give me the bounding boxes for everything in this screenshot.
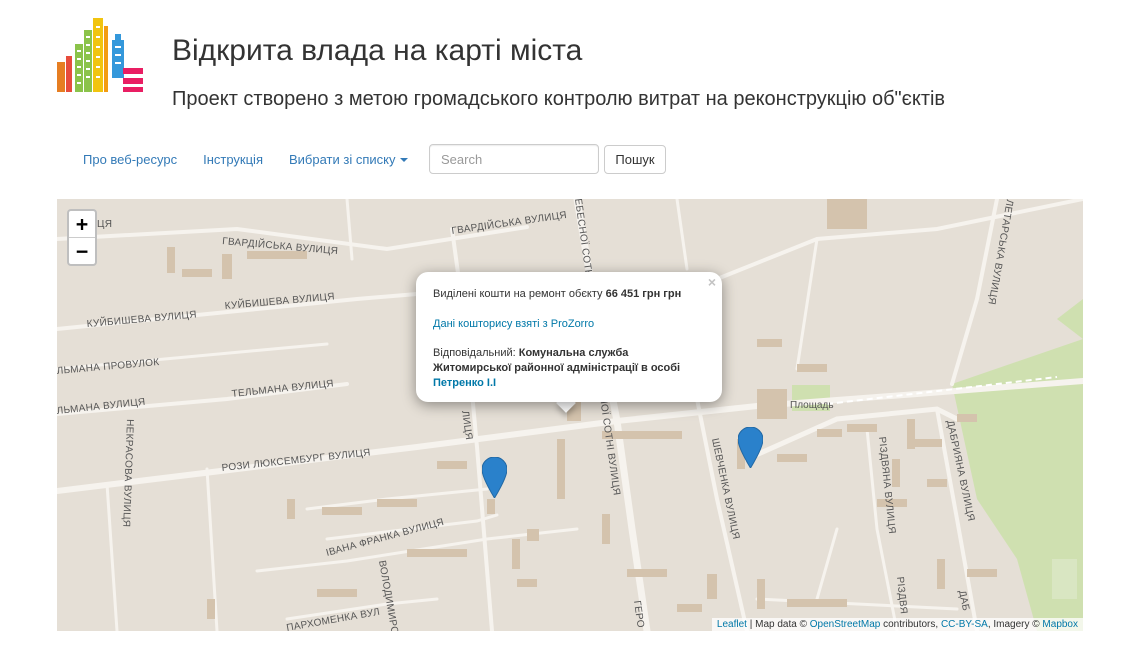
- street-label: ТЕЛЬМАНА ВУЛИЦЯ: [231, 378, 334, 400]
- attrib-text: | Map data ©: [746, 619, 810, 630]
- popup-responsible-line: Відповідальний: Комунальна служба Житоми…: [433, 346, 680, 391]
- logo-bars: [57, 18, 143, 92]
- street-label: РІЗДВЯ: [894, 576, 909, 615]
- popup-person-name: Петренко І.І: [433, 377, 497, 389]
- street-label: КУЙБИШЕВА ВУЛИЦЯ: [86, 307, 197, 330]
- main-nav: Про веб-ресурс Інструкція Вибрати зі спи…: [70, 144, 421, 174]
- popup-funds-label: Виділені кошти на ремонт обєкту: [433, 288, 603, 300]
- zoom-control: + −: [67, 209, 97, 266]
- attrib-text: contributors,: [880, 619, 941, 630]
- zoom-in-button[interactable]: +: [69, 211, 95, 238]
- popup-responsible-org-2: Житомирської районної адміністрації в ос…: [433, 362, 681, 374]
- map-attribution: Leaflet | Map data © OpenStreetMap contr…: [711, 618, 1083, 631]
- page-subtitle: Проект створено з метою громадського кон…: [172, 88, 946, 110]
- nav-select-from-list-dropdown[interactable]: Вибрати зі списку: [276, 152, 421, 167]
- street-label: ГВАРДІЙСЬКА ВУЛИЦЯ: [451, 208, 568, 237]
- street-label: ЛИЦЯ: [459, 410, 474, 441]
- street-label: НЕКРАСОВА ВУЛИЦЯ: [120, 419, 135, 528]
- street-label: ЛЬМАНА ПРОВУЛОК: [57, 357, 160, 377]
- page-title: Відкрита влада на карті міста: [172, 34, 583, 67]
- popup-funds-amount: 66 451 грн грн: [605, 288, 682, 300]
- zoom-out-button[interactable]: −: [69, 238, 95, 264]
- map-marker-icon[interactable]: [738, 427, 763, 468]
- street-label: ЕБЕСНОЇ СОТН: [572, 199, 595, 278]
- popup-responsible-org: Комунальна служба: [518, 347, 629, 359]
- map-popup: × Виділені кошти на ремонт обєкту 66 451…: [416, 272, 722, 402]
- search-button[interactable]: Пошук: [604, 145, 666, 174]
- popup-funds-line: Виділені кошти на ремонт обєкту 66 451 г…: [433, 287, 681, 302]
- nav-select-label: Вибрати зі списку: [288, 151, 396, 167]
- popup-person-link[interactable]: Петренко І.І: [433, 377, 496, 389]
- popup-prozorro-link[interactable]: Дані кошторису взяті з ProZorro: [433, 318, 594, 330]
- popup-close-button[interactable]: ×: [708, 274, 716, 290]
- map-marker-icon[interactable]: [482, 457, 507, 498]
- street-label: ЦЯ: [97, 219, 112, 230]
- attrib-text: , Imagery ©: [987, 619, 1043, 630]
- street-label: ПАРХОМЕНКА ВУЛ: [286, 607, 381, 631]
- caret-down-icon: [400, 158, 409, 163]
- license-link[interactable]: CC-BY-SA: [941, 619, 988, 630]
- mapbox-link[interactable]: Mapbox: [1042, 619, 1078, 630]
- street-label: РОЗИ ЛЮКСЕМБУРГ ВУЛИЦЯ: [221, 447, 371, 474]
- map[interactable]: ЦЯ ГВАРДІЙСЬКА ВУЛИЦЯ ГВАРДІЙСЬКА ВУЛИЦЯ…: [57, 199, 1083, 631]
- map-tiles: ЦЯ ГВАРДІЙСЬКА ВУЛИЦЯ ГВАРДІЙСЬКА ВУЛИЦЯ…: [57, 199, 1083, 631]
- site-logo: [57, 18, 143, 92]
- leaflet-link[interactable]: Leaflet: [717, 619, 747, 630]
- place-label: Площадь: [790, 400, 834, 411]
- osm-link[interactable]: OpenStreetMap: [810, 619, 881, 630]
- nav-about-link[interactable]: Про веб-ресурс: [70, 152, 190, 167]
- popup-source-line: Дані кошторису взяті з ProZorro: [433, 317, 594, 332]
- search-input[interactable]: [429, 144, 599, 174]
- street-label: ЛЬМАНА ВУЛИЦЯ: [57, 397, 146, 417]
- popup-responsible-label: Відповідальний:: [433, 347, 516, 359]
- nav-instructions-link[interactable]: Інструкція: [190, 152, 276, 167]
- street-label: ВОЛОДИМИРСЬКА: [376, 560, 403, 631]
